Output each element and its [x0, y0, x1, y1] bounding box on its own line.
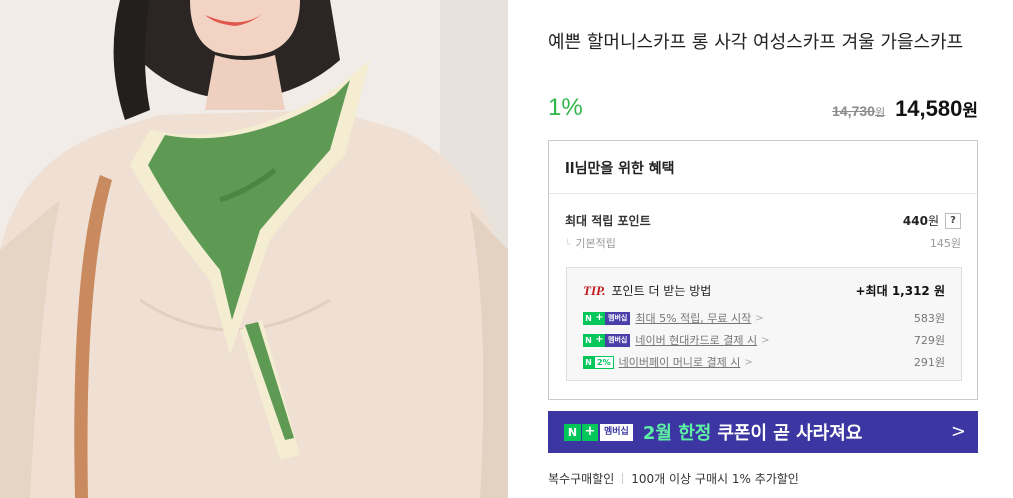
tip-header: TIP. 포인트 더 받는 방법 +최대 1,312 원: [583, 282, 945, 299]
coupon-banner[interactable]: N + 멤버십 2월 한정 쿠폰이 곧 사라져요 >: [548, 411, 978, 453]
naver-n-icon: N: [583, 355, 594, 369]
banner-text: 쿠폰이 곧 사라져요: [717, 423, 863, 444]
tip-total: +최대 1,312 원: [855, 284, 946, 298]
chevron-right-icon: >: [761, 334, 770, 346]
tip-item-link[interactable]: 네이버페이 머니로 결제 시: [619, 354, 741, 370]
multi-buy-text: 100개 이상 구매시 1% 추가할인: [631, 472, 799, 486]
tip-item-amount: 583원: [913, 312, 945, 325]
discount-rate: 1%: [548, 94, 583, 121]
tip-title: 포인트 더 받는 방법: [611, 284, 712, 298]
original-price: 14,730원: [832, 103, 886, 119]
divider: [622, 473, 624, 484]
benefit-heading: ll님만을 위한 혜택: [549, 141, 977, 194]
banner-highlight: 2월 한정: [642, 423, 712, 444]
chevron-right-icon: >: [950, 421, 966, 442]
plus-icon: +: [582, 423, 598, 441]
base-points-label: 기본적립: [565, 235, 615, 251]
naver-n-icon: N: [564, 423, 581, 441]
tip-item-amount: 729원: [913, 334, 945, 347]
chevron-right-icon: >: [755, 312, 764, 324]
naver-n-icon: N: [583, 311, 594, 325]
max-points-value: 440 원 ?: [903, 212, 961, 229]
product-photo-illustration: [0, 0, 508, 498]
tip-item-card[interactable]: N + 멤버십 네이버 현대카드로 결제 시 > 729원: [583, 332, 945, 348]
membership-badge: 멤버십: [600, 423, 633, 441]
sale-price: 14,580: [895, 96, 963, 121]
tip-box: TIP. 포인트 더 받는 방법 +최대 1,312 원 N + 멤버십 최대 5% …: [566, 267, 962, 381]
naver-membership-badge: N + 멤버십: [583, 333, 631, 347]
naver-membership-badge: N + 멤버십: [583, 311, 631, 325]
multi-buy-label: 복수구매할인: [548, 472, 615, 486]
benefit-box: ll님만을 위한 혜택 최대 적립 포인트 440원 ? 기본적립 145원 T…: [548, 140, 978, 400]
product-image[interactable]: [0, 0, 508, 498]
naver-pay-badge: N 2%: [583, 355, 614, 369]
naver-n-icon: N: [583, 333, 594, 347]
tip-item-link[interactable]: 최대 5% 적립, 무료 시작: [635, 310, 751, 326]
price-area: 14,730원 14,580 원: [832, 96, 978, 122]
plus-icon: +: [594, 333, 605, 347]
tip-item-amount: 291원: [913, 356, 945, 369]
tip-item-link[interactable]: 네이버 현대카드로 결제 시: [635, 332, 757, 348]
tip-item-pay-money[interactable]: N 2% 네이버페이 머니로 결제 시 > 291원: [583, 354, 945, 370]
max-points-row: 최대 적립 포인트 440 원 ?: [565, 212, 961, 229]
tip-item-membership[interactable]: N + 멤버십 최대 5% 적립, 무료 시작 > 583원: [583, 310, 945, 326]
chevron-right-icon: >: [744, 356, 753, 368]
max-points-label: 최대 적립 포인트: [565, 214, 651, 228]
help-icon[interactable]: ?: [945, 212, 961, 229]
base-points-value: 145원: [929, 237, 961, 250]
base-points-row: 기본적립 145원: [565, 235, 961, 251]
tip-word: TIP.: [583, 283, 606, 298]
multi-buy-discount: 복수구매할인 100개 이상 구매시 1% 추가할인: [548, 470, 799, 487]
product-title: 예쁜 할머니스카프 롱 사각 여성스카프 겨울 가을스카프: [548, 32, 964, 53]
plus-icon: +: [594, 311, 605, 325]
sale-price-unit: 원: [962, 101, 978, 121]
